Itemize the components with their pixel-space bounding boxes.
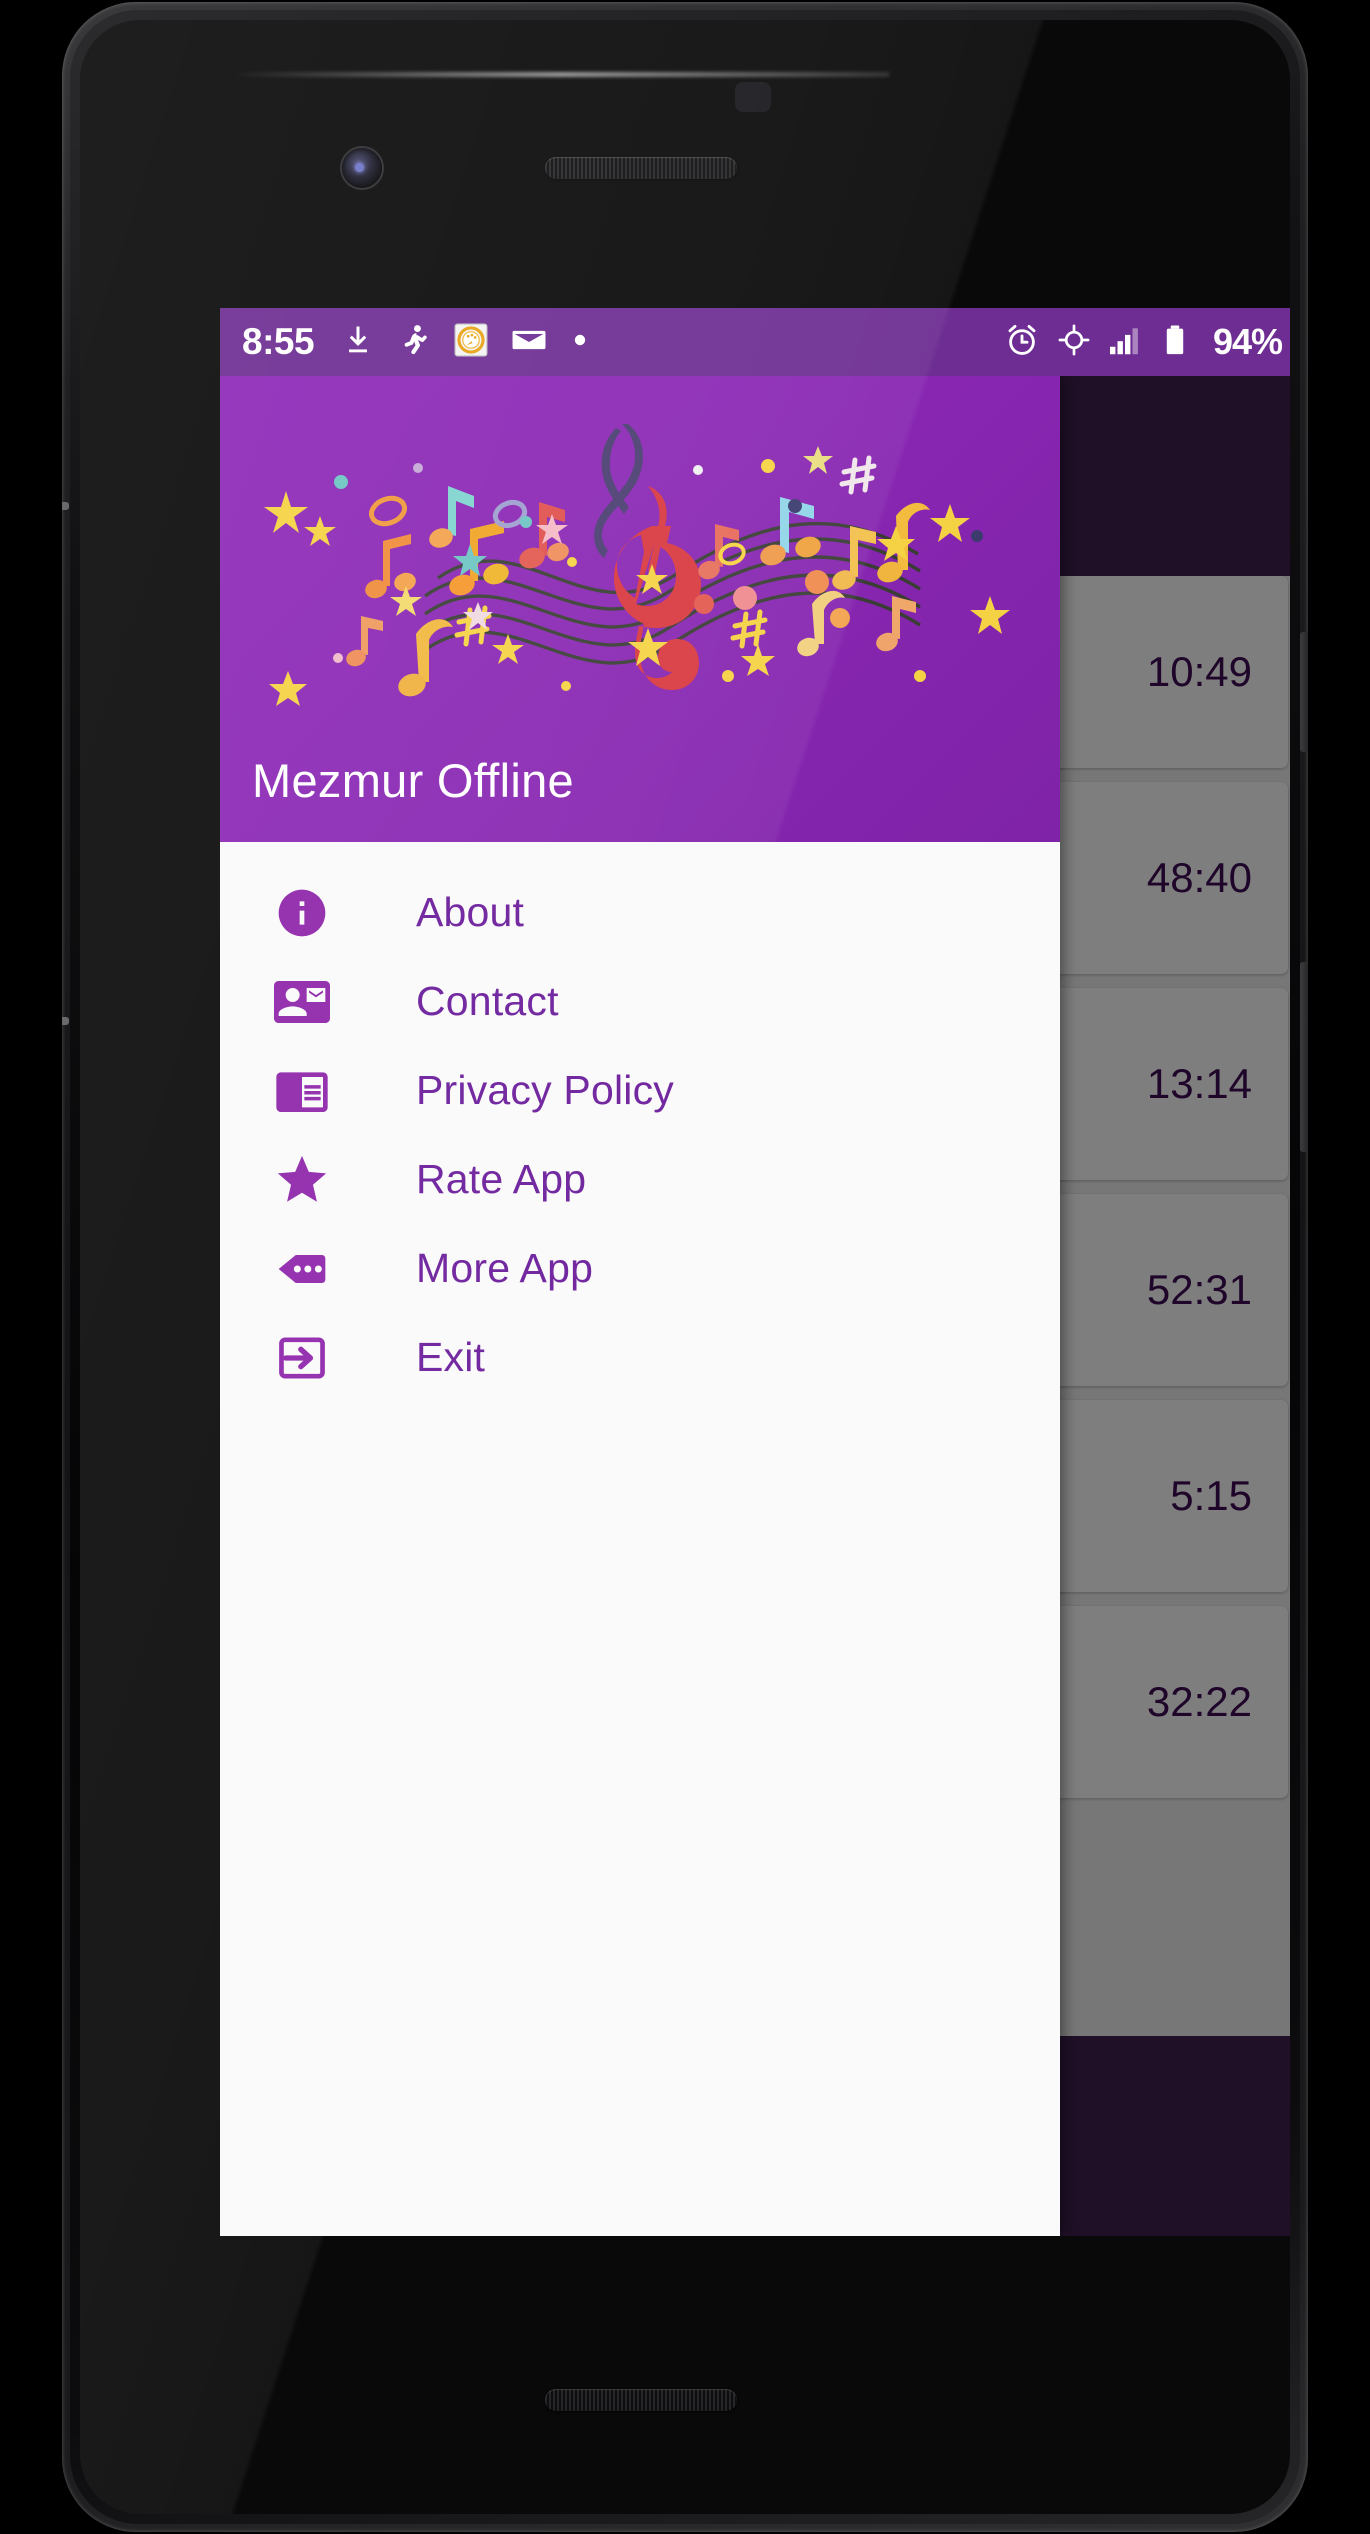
drawer-header: Mezmur Offline: [220, 376, 1060, 842]
alarm-clock-icon: [1003, 321, 1041, 364]
info-circle-icon: [272, 883, 332, 943]
screen-glass-highlight: [230, 72, 890, 77]
phone-glass-front: 10:49 48:40 13:14 52:31 5:15 3: [80, 20, 1290, 2514]
chrome-reader-mode-icon: [272, 1061, 332, 1121]
phone-screen: 10:49 48:40 13:14 52:31 5:15 3: [220, 308, 1290, 2236]
email-icon: [510, 321, 548, 364]
drawer-item-label: Contact: [416, 978, 559, 1024]
drawer-item-label: More App: [416, 1245, 594, 1291]
navigation-drawer: Mezmur Offline About Contact Privacy Pol…: [220, 376, 1060, 2236]
music-notes-artwork-icon: [264, 424, 1010, 706]
drawer-item-privacy-policy[interactable]: Privacy Policy: [220, 1046, 1060, 1135]
status-bar-system-icons: 94%: [1003, 321, 1283, 364]
status-bar-clock: 8:55: [242, 321, 315, 362]
front-camera-icon: [342, 148, 382, 188]
drawer-item-exit[interactable]: Exit: [220, 1313, 1060, 1402]
download-icon: [340, 322, 376, 363]
drawer-menu-list: About Contact Privacy Policy Rate App Mo…: [220, 842, 1060, 2236]
antenna-band-bottom-left: [62, 1017, 69, 1025]
fitness-person-icon: [396, 322, 432, 363]
drawer-item-label: Rate App: [416, 1156, 587, 1202]
proximity-sensor-icon: [735, 82, 771, 112]
location-gps-icon: [1056, 322, 1092, 363]
phone-device-frame: 10:49 48:40 13:14 52:31 5:15 3: [62, 2, 1308, 2532]
signal-bars-icon: [1107, 322, 1143, 363]
notification-dot-icon: [568, 328, 592, 357]
earpiece-speaker-grille: [545, 157, 737, 179]
more-apps-icon: [272, 1239, 332, 1299]
volume-button[interactable]: [1300, 962, 1308, 1152]
battery-icon: [1158, 321, 1192, 364]
drawer-item-label: About: [416, 889, 525, 935]
drawer-item-rate-app[interactable]: Rate App: [220, 1135, 1060, 1224]
power-button[interactable]: [1300, 632, 1308, 752]
drawer-item-more-app[interactable]: More App: [220, 1224, 1060, 1313]
drawer-item-label: Privacy Policy: [416, 1067, 674, 1113]
exit-to-app-icon: [272, 1328, 332, 1388]
android-status-bar: 8:55 94%: [220, 308, 1290, 376]
star-icon: [272, 1150, 332, 1210]
status-bar-notification-icons: [340, 321, 1003, 364]
drawer-item-about[interactable]: About: [220, 868, 1060, 957]
speedometer-badge-icon: [452, 321, 490, 364]
contact-mail-icon: [272, 972, 332, 1032]
drawer-item-contact[interactable]: Contact: [220, 957, 1060, 1046]
drawer-app-title: Mezmur Offline: [252, 754, 574, 807]
drawer-item-label: Exit: [416, 1334, 486, 1380]
bottom-speaker-grille: [545, 2389, 737, 2411]
battery-percent-label: 94%: [1212, 321, 1283, 362]
antenna-band-top-left: [62, 502, 69, 510]
